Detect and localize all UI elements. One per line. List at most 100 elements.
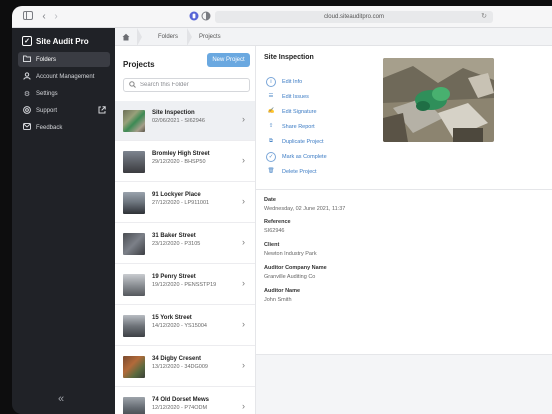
project-title: 31 Baker Street	[152, 233, 196, 239]
project-title: 34 Digby Cresent	[152, 356, 202, 362]
client-value: Newton Industry Park	[264, 251, 317, 257]
project-thumbnail	[123, 315, 145, 337]
forward-icon[interactable]: ›	[50, 11, 62, 23]
share-report-link[interactable]: ⇪ Share Report	[266, 122, 315, 132]
app-logo: ✓ Site Audit Pro	[22, 35, 89, 47]
checkbox-logo-icon: ✓	[22, 36, 32, 46]
project-thumbnail	[123, 397, 145, 414]
project-title: Site Inspection	[152, 110, 195, 116]
project-row[interactable]: 74 Old Dorset Mews 12/12/2020 - P74ODM ›	[115, 388, 255, 414]
home-icon[interactable]	[122, 28, 130, 46]
project-thumbnail	[123, 274, 145, 296]
sidebar-item-account-management[interactable]: Account Management	[18, 69, 110, 84]
message-icon	[23, 123, 31, 132]
breadcrumb-projects[interactable]: Projects	[199, 28, 221, 46]
project-subtitle: 13/12/2020 - 34DG009	[152, 364, 208, 370]
project-row[interactable]: 15 York Street 14/12/2020 - YS15004 ›	[115, 306, 255, 346]
sidebar-item-label: Feedback	[36, 124, 63, 131]
project-subtitle: 12/12/2020 - P74ODM	[152, 405, 208, 411]
action-label: Delete Project	[282, 169, 317, 175]
sidebar-item-label: Account Management	[36, 73, 95, 80]
duplicate-icon: ⧉	[269, 138, 273, 144]
edit-issues-link[interactable]: ☰ Edit Issues	[266, 92, 309, 102]
action-label: Share Report	[282, 124, 315, 130]
project-row[interactable]: Bromley High Street 29/12/2020 - BHSP50 …	[115, 142, 255, 182]
app-name: Site Audit Pro	[36, 36, 89, 46]
projects-pane: Projects New Project Site Inspection 02/…	[115, 46, 256, 414]
date-label: Date	[264, 197, 276, 203]
breadcrumb-folders[interactable]: Folders	[158, 28, 178, 46]
sidebar: ✓ Site Audit Pro Folders Account Managem…	[12, 28, 115, 414]
sidebar-item-settings[interactable]: ⚙ Settings	[18, 86, 110, 101]
search-input[interactable]	[140, 82, 240, 88]
chevron-right-icon: ›	[242, 319, 245, 329]
client-label: Client	[264, 242, 280, 248]
project-thumbnail	[123, 151, 145, 173]
auditor-company-label: Auditor Company Name	[264, 265, 327, 271]
project-subtitle: 02/06/2021 - SI62946	[152, 118, 205, 124]
breadcrumb-separator	[187, 28, 192, 46]
reload-icon[interactable]: ↻	[481, 11, 487, 23]
mark-complete-link[interactable]: ✓ Mark as Complete	[266, 152, 327, 162]
chevron-right-icon: ›	[242, 114, 245, 124]
help-icon	[23, 105, 31, 116]
edit-info-link[interactable]: i Edit Info	[266, 77, 302, 87]
edit-signature-link[interactable]: ✍ Edit Signature	[266, 107, 317, 117]
action-label: Edit Info	[282, 79, 303, 85]
sidebar-item-label: Support	[36, 107, 58, 114]
search-box[interactable]	[123, 78, 250, 92]
app-window: ‹ › cloud.siteauditpro.com ↻ ✓ Site Audi…	[12, 6, 552, 414]
duplicate-project-link[interactable]: ⧉ Duplicate Project	[266, 137, 324, 147]
sidebar-item-feedback[interactable]: Feedback	[18, 120, 110, 135]
project-thumbnail	[123, 192, 145, 214]
new-project-button[interactable]: New Project	[207, 53, 250, 67]
back-icon[interactable]: ‹	[38, 11, 50, 23]
sidebar-item-support[interactable]: Support	[18, 103, 110, 118]
reader-icon[interactable]	[200, 11, 212, 23]
browser-toolbar: ‹ › cloud.siteauditpro.com ↻	[12, 6, 552, 28]
detail-footer	[256, 354, 552, 414]
project-row[interactable]: 19 Penry Street 19/12/2020 - PENSSTP19 ›	[115, 265, 255, 305]
sidebar-item-folders[interactable]: Folders	[18, 52, 110, 67]
project-row[interactable]: 31 Baker Street 23/12/2020 - P3105 ›	[115, 224, 255, 264]
action-label: Edit Issues	[282, 94, 309, 100]
project-subtitle: 29/12/2020 - BHSP50	[152, 159, 206, 165]
url-text: cloud.siteauditpro.com	[323, 14, 385, 20]
project-thumbnail	[123, 233, 145, 255]
action-label: Edit Signature	[282, 109, 317, 115]
share-icon: ⇪	[268, 123, 274, 129]
chevron-right-icon: ›	[242, 360, 245, 370]
privacy-icon[interactable]	[188, 11, 200, 23]
project-row[interactable]: 34 Digby Cresent 13/12/2020 - 34DG009 ›	[115, 347, 255, 387]
external-link-icon	[98, 105, 106, 116]
auditor-name-label: Auditor Name	[264, 288, 301, 294]
collapse-sidebar-button[interactable]: «	[58, 393, 64, 405]
projects-title: Projects	[123, 60, 155, 69]
chevron-right-icon: ›	[242, 278, 245, 288]
check-icon: ✓	[266, 152, 276, 162]
detail-title: Site Inspection	[264, 54, 314, 61]
project-subtitle: 14/12/2020 - YS15004	[152, 323, 207, 329]
delete-project-link[interactable]: 🗑 Delete Project	[266, 167, 317, 177]
project-thumbnail	[123, 110, 145, 132]
trash-icon: 🗑	[267, 168, 275, 174]
sidebar-toggle-icon[interactable]	[22, 11, 34, 23]
action-label: Duplicate Project	[282, 139, 324, 145]
chevron-right-icon: ›	[242, 237, 245, 247]
gear-icon: ⚙	[23, 90, 31, 98]
project-row[interactable]: Site Inspection 02/06/2021 - SI62946 ›	[115, 101, 255, 141]
info-icon: i	[266, 77, 276, 87]
project-title: 19 Penry Street	[152, 274, 196, 280]
project-row[interactable]: 91 Lockyer Place 27/12/2020 - LP911001 ›	[115, 183, 255, 223]
list-icon: ☰	[268, 93, 274, 99]
site-photo	[383, 58, 494, 142]
user-icon	[23, 71, 31, 82]
search-icon	[129, 80, 136, 90]
chevron-right-icon: ›	[242, 196, 245, 206]
project-title: 91 Lockyer Place	[152, 192, 201, 198]
sidebar-item-label: Folders	[36, 56, 57, 63]
project-detail-pane: Site Inspection i Edit Info ☰ Edit Issue…	[256, 46, 552, 414]
address-bar[interactable]: cloud.siteauditpro.com ↻	[215, 11, 493, 23]
chevron-right-icon: ›	[242, 401, 245, 411]
auditor-name-value: John Smith	[264, 297, 292, 303]
